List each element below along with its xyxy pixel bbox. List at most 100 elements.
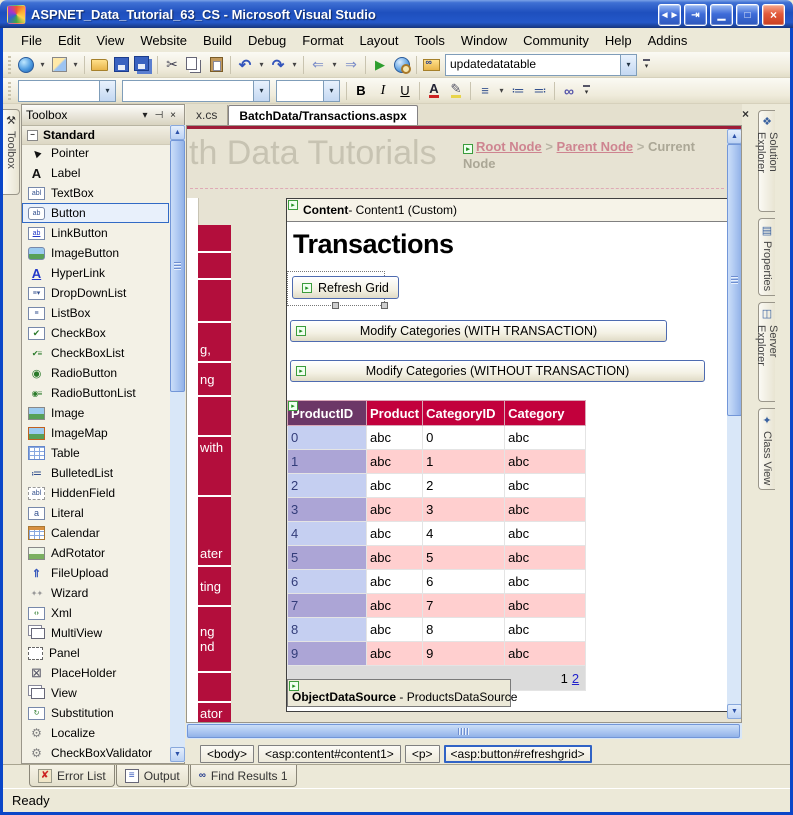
smart-tag-glyph-icon[interactable]: ▸ [296, 326, 306, 336]
hyperlink-icon[interactable]: ∞ [558, 80, 580, 102]
tag-navigator-p[interactable]: <p> [404, 745, 440, 763]
tab-class-view[interactable]: ✦ Class View [758, 408, 775, 490]
smart-tag-glyph-icon[interactable]: ▸ [288, 200, 298, 210]
minimize-button[interactable]: ▁ [710, 4, 733, 26]
scroll-up-icon[interactable]: ▲ [170, 125, 185, 140]
content-control-header[interactable]: ▸ Content - Content1 (Custom) [287, 199, 730, 222]
toolbar-grip[interactable] [8, 55, 11, 74]
nav-item[interactable]: ng nd [198, 607, 231, 673]
smart-tag-glyph-icon[interactable]: ▸ [296, 366, 306, 376]
tab-error-list[interactable]: ✘ Error List [29, 765, 115, 787]
collapse-icon[interactable]: − [27, 129, 38, 141]
toolbox-item-pointer[interactable]: ▶ Pointer [22, 143, 169, 163]
grid-column-header[interactable]: Category [504, 400, 587, 426]
toolbox-item-linkbutton[interactable]: ab LinkButton [22, 223, 169, 243]
toolbox-item-textbox[interactable]: abl TextBox [22, 183, 169, 203]
combo-dropdown-icon[interactable]: ▾ [323, 80, 339, 101]
menu-tools[interactable]: Tools [407, 31, 453, 50]
nav-item[interactable] [198, 253, 231, 280]
highlight-icon[interactable]: ✎ [445, 80, 467, 102]
tag-navigator-asp-button-refreshgrid[interactable]: <asp:button#refreshgrid> [443, 745, 592, 763]
content-placeholder-control[interactable]: ▸ Content - Content1 (Custom) Transactio… [286, 198, 731, 712]
resize-handle[interactable] [332, 302, 339, 309]
pager-page-link[interactable]: 2 [572, 671, 579, 686]
toolbox-item-wizard[interactable]: ✦✦ Wizard [22, 583, 169, 603]
toolbox-item-table[interactable]: Table [22, 443, 169, 463]
toolbox-item-panel[interactable]: Panel [22, 643, 169, 663]
tag-navigator-asp-content-content1[interactable]: <asp:content#content1> [258, 745, 401, 763]
close-button[interactable]: × [762, 4, 785, 26]
toolbox-item-bulletedlist[interactable]: ≔ BulletedList [22, 463, 169, 483]
menu-format[interactable]: Format [294, 31, 351, 50]
modify-with-transaction-button[interactable]: ▸ Modify Categories (WITH TRANSACTION) [290, 320, 667, 342]
toolbox-item-localize[interactable]: ⚙ Localize [22, 723, 169, 743]
undock-window-button[interactable]: ⇥ [684, 4, 707, 26]
breadcrumb-link[interactable]: Root Node [476, 139, 542, 154]
refresh-grid-button[interactable]: ▸ Refresh Grid [292, 276, 399, 299]
gridview-control[interactable]: ▸ ProductID Product CategoryID Category 0 ab… [286, 400, 587, 691]
design-surface[interactable]: th Data Tutorials ▸ Root Node > Parent No… [186, 126, 742, 723]
nav-item[interactable] [198, 397, 231, 437]
numbered-list-icon[interactable]: ≕ [529, 80, 551, 102]
objectdatasource-control[interactable]: ▸ ObjectDataSource - ProductsDataSource [287, 679, 517, 707]
smart-tag-glyph-icon[interactable]: ▸ [302, 282, 312, 293]
toolbox-item-substitution[interactable]: ↻ Substitution [22, 703, 169, 723]
scroll-down-icon[interactable]: ▼ [170, 747, 185, 762]
toolbox-item-placeholder[interactable]: ⊠ PlaceHolder [22, 663, 169, 683]
toolbox-item-dropdownlist[interactable]: ≡▾ DropDownList [22, 283, 169, 303]
start-debug-icon[interactable]: ▶ [369, 54, 391, 76]
combo-dropdown-icon[interactable]: ▾ [253, 80, 269, 101]
toolbox-item-button[interactable]: ab Button [22, 203, 169, 223]
font-name-combo[interactable]: ▾ [122, 79, 270, 102]
maximize-button[interactable]: □ [736, 4, 759, 26]
nav-item[interactable]: g, [198, 323, 231, 363]
dropdown-arrow-icon[interactable]: ▾ [496, 80, 507, 102]
nav-item[interactable]: with [198, 437, 231, 497]
menu-view[interactable]: View [88, 31, 132, 50]
document-close-icon[interactable]: × [738, 107, 753, 122]
menu-help[interactable]: Help [597, 31, 640, 50]
dropdown-arrow-icon[interactable]: ▾ [37, 54, 48, 76]
scrollbar-thumb[interactable] [727, 144, 741, 416]
toolbox-autohide-tab[interactable]: ⚒ Toolbox [3, 109, 20, 195]
toolbox-item-imagemap[interactable]: ImageMap [22, 423, 169, 443]
font-color-icon[interactable]: A [423, 80, 445, 102]
combo-dropdown-icon[interactable]: ▾ [620, 54, 636, 75]
save-all-icon[interactable] [132, 54, 154, 76]
block-format-combo[interactable]: ▾ [18, 79, 116, 102]
toolbox-item-literal[interactable]: a Literal [22, 503, 169, 523]
design-vertical-scrollbar[interactable]: ▲ ▼ [727, 129, 741, 719]
dropdown-arrow-icon[interactable]: ▾ [256, 54, 267, 76]
toolbox-scrollbar[interactable]: ▲ ▼ [170, 125, 185, 762]
underline-icon[interactable]: U [394, 80, 416, 102]
toolbox-item-adrotator[interactable]: AdRotator [22, 543, 169, 563]
dropdown-arrow-icon[interactable]: ▾ [289, 54, 300, 76]
toolbar-grip[interactable] [8, 81, 11, 100]
scrollbar-thumb[interactable] [187, 724, 740, 738]
toolbox-item-hiddenfield[interactable]: abl HiddenField [22, 483, 169, 503]
toolbox-item-xml[interactable]: ‹› Xml [22, 603, 169, 623]
smart-tag-glyph-icon[interactable]: ▸ [463, 144, 473, 154]
tab-output[interactable]: ≡ Output [115, 765, 189, 787]
pin-icon[interactable]: ⊣ [152, 110, 166, 121]
copy-icon[interactable] [183, 54, 205, 76]
nav-item[interactable]: ting [198, 567, 231, 607]
new-website-icon[interactable] [15, 54, 37, 76]
menu-debug[interactable]: Debug [240, 31, 294, 50]
menu-file[interactable]: File [13, 31, 50, 50]
save-icon[interactable] [110, 54, 132, 76]
undo-icon[interactable]: ↶ [234, 54, 256, 76]
toolbox-item-listbox[interactable]: ≡ ListBox [22, 303, 169, 323]
toolbox-item-checkboxlist[interactable]: ✔≡ CheckBoxList [22, 343, 169, 363]
nav-item[interactable]: ater [198, 497, 231, 567]
smart-tag-glyph-icon[interactable]: ▸ [288, 401, 298, 411]
toolbox-item-label[interactable]: A Label [22, 163, 169, 183]
menu-community[interactable]: Community [515, 31, 597, 50]
design-horizontal-scrollbar[interactable] [186, 723, 742, 739]
menu-website[interactable]: Website [132, 31, 195, 50]
toolbox-item-image[interactable]: Image [22, 403, 169, 423]
toolbox-header[interactable]: Toolbox ▾ ⊣ × [22, 105, 184, 126]
toolbox-item-hyperlink[interactable]: A HyperLink [22, 263, 169, 283]
bulleted-list-icon[interactable]: ≔ [507, 80, 529, 102]
redo-icon[interactable]: ↷ [267, 54, 289, 76]
